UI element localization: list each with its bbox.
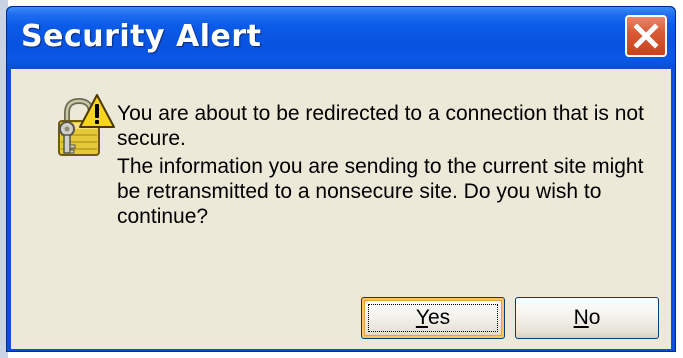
security-alert-dialog: Security Alert You are about to be redir… [6,6,676,352]
title-bar[interactable]: Security Alert [7,7,675,69]
message-line-retransmit: The information you are sending to the c… [117,155,644,228]
no-button-label: No [573,306,601,329]
close-icon [633,23,659,49]
no-button[interactable]: No [515,297,659,339]
focus-rectangle [368,304,498,332]
screen: Security Alert You are about to be redir… [0,0,683,358]
dialog-body: You are about to be redirected to a conn… [11,69,671,349]
yes-button[interactable]: Yes [361,297,505,339]
padlock-warning-icon [53,93,115,159]
close-button[interactable] [625,15,667,57]
dialog-title: Security Alert [21,19,262,54]
alert-message: You are about to be redirected to a conn… [117,101,662,229]
message-line-redirect: You are about to be redirected to a conn… [117,102,644,150]
